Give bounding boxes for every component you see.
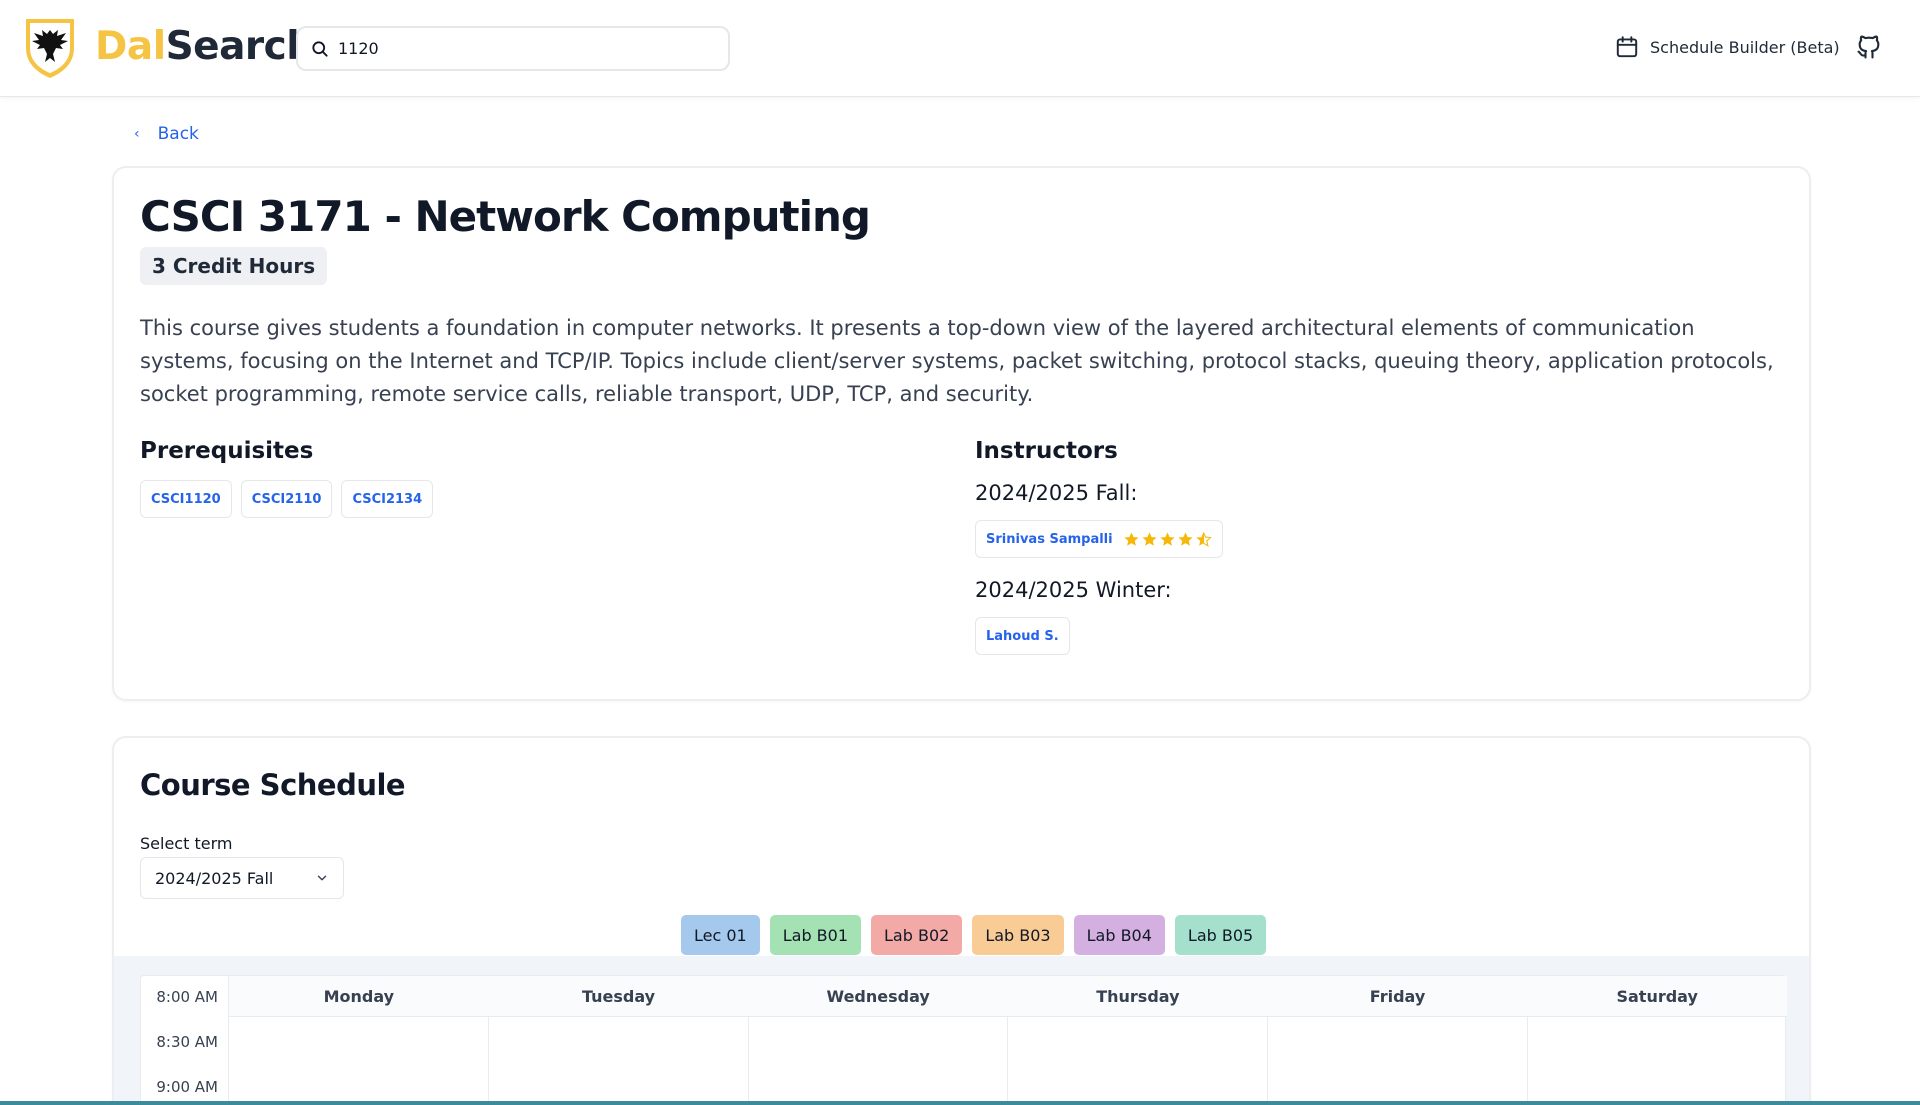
day-header: Wednesday <box>826 986 930 1006</box>
rating-stars <box>1123 531 1212 548</box>
schedule-builder-label: Schedule Builder (Beta) <box>1650 37 1840 57</box>
time-label: 8:30 AM <box>156 1033 218 1051</box>
day-column[interactable] <box>749 1017 1009 1105</box>
legend-lab-b03[interactable]: Lab B03 <box>972 915 1064 955</box>
instructor-term-label: 2024/2025 Winter: <box>975 578 1172 602</box>
time-column: 8:00 AM 8:30 AM 9:00 AM <box>141 976 229 1105</box>
term-select[interactable]: 2024/2025 Fall <box>140 857 344 899</box>
legend-lec-01[interactable]: Lec 01 <box>681 915 760 955</box>
chevron-left-icon: ‹ <box>134 126 140 142</box>
prerequisite-list: CSCI1120 CSCI2110 CSCI2134 <box>140 480 434 518</box>
instructor-chip[interactable]: Lahoud S. <box>975 617 1070 655</box>
legend-lab-b01[interactable]: Lab B01 <box>769 915 862 955</box>
day-column[interactable] <box>1008 1017 1269 1105</box>
day-column[interactable] <box>229 1017 489 1105</box>
prerequisite-chip[interactable]: CSCI1120 <box>140 480 232 518</box>
day-column[interactable] <box>1268 1017 1529 1105</box>
star-icon <box>1178 531 1193 546</box>
day-header: Friday <box>1369 986 1426 1006</box>
instructor-chip[interactable]: Srinivas Sampalli <box>975 520 1223 558</box>
star-icon <box>1124 531 1139 546</box>
course-schedule-card: Course Schedule Select term 2024/2025 Fa… <box>112 736 1811 1105</box>
time-label: 9:00 AM <box>156 1078 218 1096</box>
prerequisites-heading: Prerequisites <box>140 438 314 464</box>
bottom-edge-line <box>0 1101 1920 1105</box>
search-input[interactable] <box>338 39 718 58</box>
day-header: Monday <box>323 986 395 1006</box>
star-icon <box>1160 531 1175 546</box>
credit-hours-badge: 3 Credit Hours <box>140 247 328 285</box>
chevron-down-icon <box>317 875 327 881</box>
dalhousie-shield-logo[interactable] <box>22 16 78 80</box>
schedule-title: Course Schedule <box>140 768 406 802</box>
search-box[interactable] <box>296 26 730 71</box>
search-icon <box>312 40 328 57</box>
day-header: Tuesday <box>581 986 656 1006</box>
legend-lab-b02[interactable]: Lab B02 <box>871 915 963 955</box>
prerequisite-chip[interactable]: CSCI2110 <box>240 480 333 518</box>
legend-lab-b04[interactable]: Lab B04 <box>1073 915 1165 955</box>
github-icon[interactable] <box>1855 33 1883 61</box>
day-column[interactable] <box>489 1017 749 1105</box>
instructors-heading: Instructors <box>975 438 1118 464</box>
instructor-term-label: 2024/2025 Fall: <box>975 481 1138 505</box>
back-link[interactable]: ‹ Back <box>134 124 199 144</box>
day-header: Saturday <box>1616 986 1698 1006</box>
star-icon <box>1142 531 1157 546</box>
term-select-label: Select term <box>140 834 233 853</box>
top-navbar: DalSearch Schedule Builder (Beta) <box>0 0 1920 97</box>
day-columns <box>229 1017 1787 1105</box>
course-description: This course gives students a foundation … <box>140 316 1774 406</box>
day-column[interactable] <box>1528 1017 1787 1105</box>
day-header: Thursday <box>1096 986 1180 1006</box>
back-label: Back <box>157 124 199 144</box>
half-star-icon <box>1196 531 1212 547</box>
course-title: CSCI 3171 - Network Computing <box>140 192 871 241</box>
instructor-name: Lahoud S. <box>986 628 1059 644</box>
term-select-value: 2024/2025 Fall <box>155 868 274 888</box>
instructor-name: Srinivas Sampalli <box>986 531 1113 547</box>
brand-name[interactable]: DalSearch <box>95 24 314 70</box>
brand-search: Search <box>165 24 314 69</box>
time-label: 8:00 AM <box>156 988 218 1006</box>
section-legend: Lec 01 Lab B01 Lab B02 Lab B03 Lab B04 L… <box>681 915 1267 955</box>
legend-lab-b05[interactable]: Lab B05 <box>1174 915 1267 955</box>
course-info-card: CSCI 3171 - Network Computing 3 Credit H… <box>112 166 1811 701</box>
day-header-row: Monday Tuesday Wednesday Thursday Friday… <box>229 976 1787 1017</box>
brand-dal: Dal <box>95 24 166 69</box>
prerequisite-chip[interactable]: CSCI2134 <box>341 480 434 518</box>
calendar-icon <box>1616 36 1638 58</box>
weekly-calendar: 8:00 AM 8:30 AM 9:00 AM Monday Tuesday W… <box>140 975 1787 1105</box>
schedule-builder-link[interactable]: Schedule Builder (Beta) <box>1614 34 1840 60</box>
